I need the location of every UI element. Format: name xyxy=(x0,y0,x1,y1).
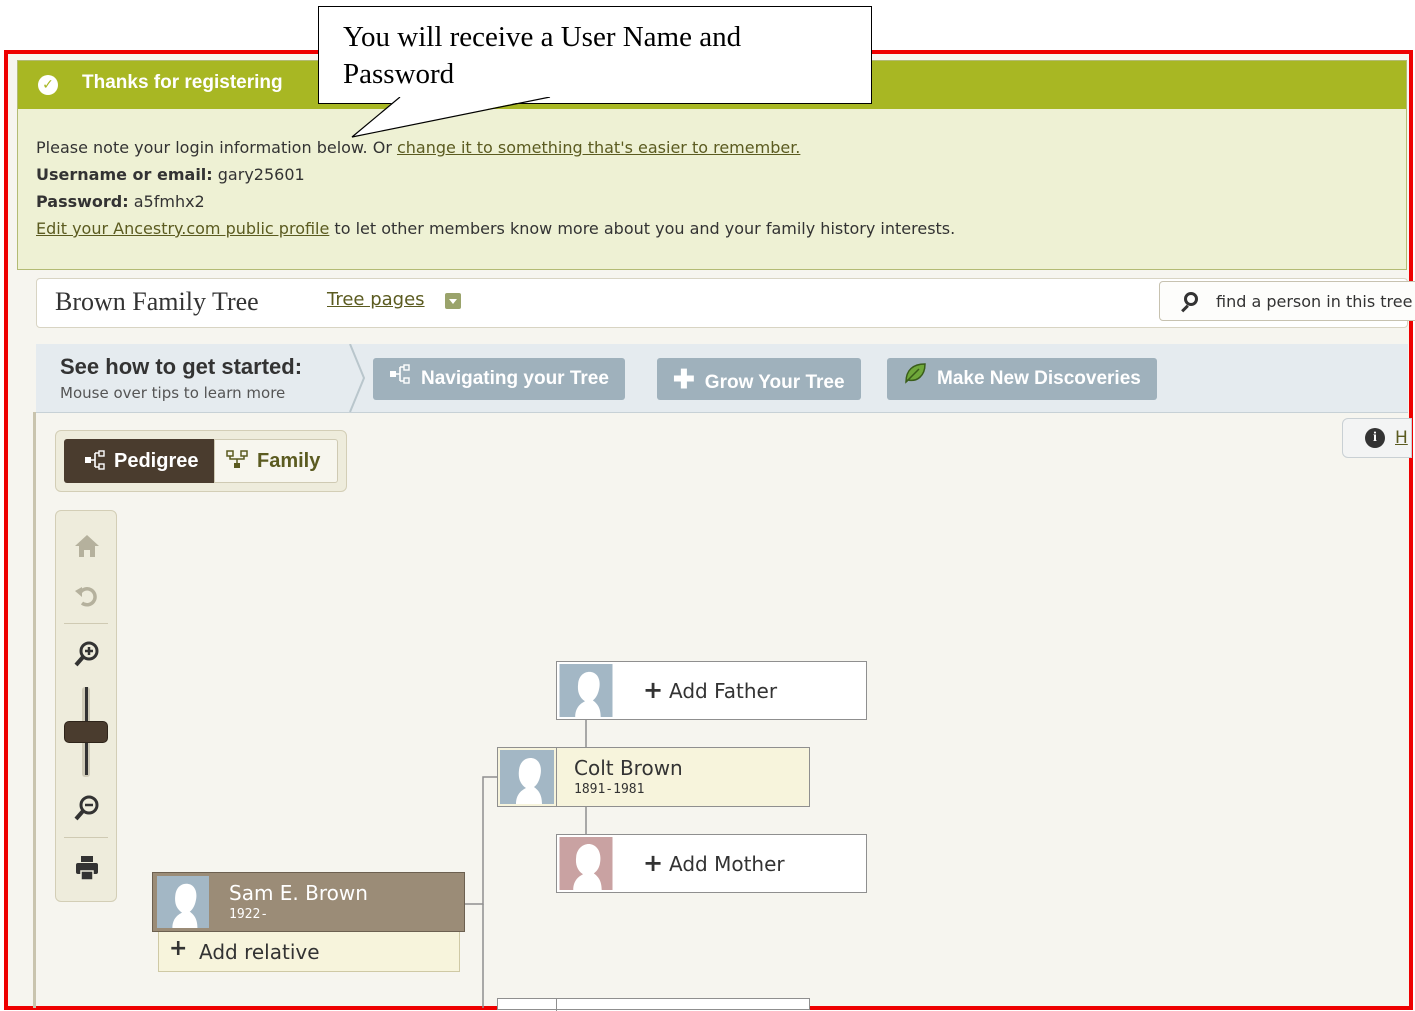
male-silhouette-icon xyxy=(157,876,209,928)
plus-icon: + xyxy=(643,676,664,704)
male-silhouette-icon xyxy=(500,750,554,804)
father-name: Colt Brown xyxy=(574,756,683,780)
home-icon[interactable] xyxy=(72,531,102,561)
get-started-subtitle: Mouse over tips to learn more xyxy=(60,384,286,402)
tip-navigating-tree[interactable]: Navigating your Tree xyxy=(373,358,625,400)
username-label: Username or email: xyxy=(36,165,213,184)
search-placeholder: find a person in this tree xyxy=(1216,292,1413,311)
card-divider xyxy=(556,999,557,1011)
pedigree-view-button[interactable]: Pedigree xyxy=(64,439,214,483)
callout-line-2: Password xyxy=(343,58,455,90)
person-card-father[interactable]: Colt Brown 1891-1981 xyxy=(497,747,810,807)
checkmark-icon: ✓ xyxy=(38,75,58,95)
help-tab[interactable]: i H xyxy=(1342,418,1412,458)
tip-grow-tree[interactable]: ✚ Grow Your Tree xyxy=(657,358,861,400)
dropdown-caret-icon[interactable] xyxy=(445,293,461,309)
username-value: gary25601 xyxy=(212,165,305,184)
banner-title: Thanks for registering xyxy=(82,72,283,93)
password-value: a5fmhx2 xyxy=(128,192,205,211)
zoom-separator xyxy=(64,623,108,624)
plus-icon: + xyxy=(643,849,664,877)
username-row: Username or email: gary25601 xyxy=(36,161,955,188)
tree-title-bar: Brown Family Tree Tree pages find a pers… xyxy=(36,278,1415,328)
chevron-divider-icon xyxy=(349,344,366,412)
add-mother-label: Add Mother xyxy=(669,852,785,876)
plus-icon: + xyxy=(169,936,188,961)
tip-grow-label: Grow Your Tree xyxy=(704,372,845,393)
info-icon: i xyxy=(1365,428,1385,448)
password-row: Password: a5fmhx2 xyxy=(36,188,955,215)
add-relative-button[interactable]: + Add relative xyxy=(158,932,460,972)
add-father-label: Add Father xyxy=(669,679,778,703)
root-person-dates: 1922- xyxy=(229,907,269,922)
zoom-in-icon[interactable] xyxy=(72,639,102,669)
add-father-box[interactable]: + Add Father xyxy=(556,661,867,720)
add-relative-label: Add relative xyxy=(199,940,320,964)
person-card-root[interactable]: Sam E. Brown 1922- xyxy=(152,872,465,932)
zoom-panel xyxy=(55,510,117,902)
profile-row: Edit your Ancestry.com public profile to… xyxy=(36,215,955,242)
pedigree-icon xyxy=(389,358,411,400)
help-tab-label: H xyxy=(1395,428,1408,448)
zoom-slider-handle[interactable] xyxy=(64,721,108,743)
female-silhouette-icon xyxy=(559,837,613,890)
pedigree-view-icon xyxy=(85,450,105,470)
add-mother-box[interactable]: + Add Mother xyxy=(556,834,867,893)
zoom-out-icon[interactable] xyxy=(72,793,102,823)
tip-navigating-label: Navigating your Tree xyxy=(421,368,609,389)
banner-body: Please note your login information below… xyxy=(36,134,955,242)
search-icon xyxy=(1184,292,1198,306)
callout-text: You will receive a User Name and Passwor… xyxy=(343,19,741,93)
family-view-icon xyxy=(226,450,248,468)
root-person-name: Sam E. Brown xyxy=(229,881,368,905)
family-label: Family xyxy=(257,450,321,472)
tip-discoveries-label: Make New Discoveries xyxy=(937,368,1141,389)
male-silhouette-icon xyxy=(559,664,613,717)
find-person-search[interactable]: find a person in this tree xyxy=(1159,281,1415,321)
person-card-mother-partial[interactable] xyxy=(497,998,810,1011)
leaf-icon xyxy=(903,358,927,400)
father-dates: 1891-1981 xyxy=(574,782,645,797)
plus-icon: ✚ xyxy=(673,364,695,394)
profile-suffix: to let other members know more about you… xyxy=(329,219,956,238)
zoom-separator xyxy=(64,837,108,838)
callout-pointer xyxy=(351,97,551,138)
password-label: Password: xyxy=(36,192,129,211)
edit-profile-link[interactable]: Edit your Ancestry.com public profile xyxy=(36,219,329,238)
card-divider xyxy=(556,748,557,806)
get-started-title: See how to get started: xyxy=(60,354,303,379)
tip-new-discoveries[interactable]: Make New Discoveries xyxy=(887,358,1157,400)
pedigree-label: Pedigree xyxy=(114,450,199,472)
undo-icon[interactable] xyxy=(72,581,102,611)
content-border xyxy=(33,412,36,1008)
callout-line-1: You will receive a User Name and xyxy=(343,21,742,53)
family-view-button[interactable]: Family xyxy=(214,439,338,483)
view-toggle: Pedigree Family xyxy=(55,430,347,492)
print-icon[interactable] xyxy=(72,853,102,883)
tree-name: Brown Family Tree xyxy=(55,287,259,316)
tree-pages-menu[interactable]: Tree pages xyxy=(327,289,425,310)
instruction-callout: You will receive a User Name and Passwor… xyxy=(318,6,872,104)
